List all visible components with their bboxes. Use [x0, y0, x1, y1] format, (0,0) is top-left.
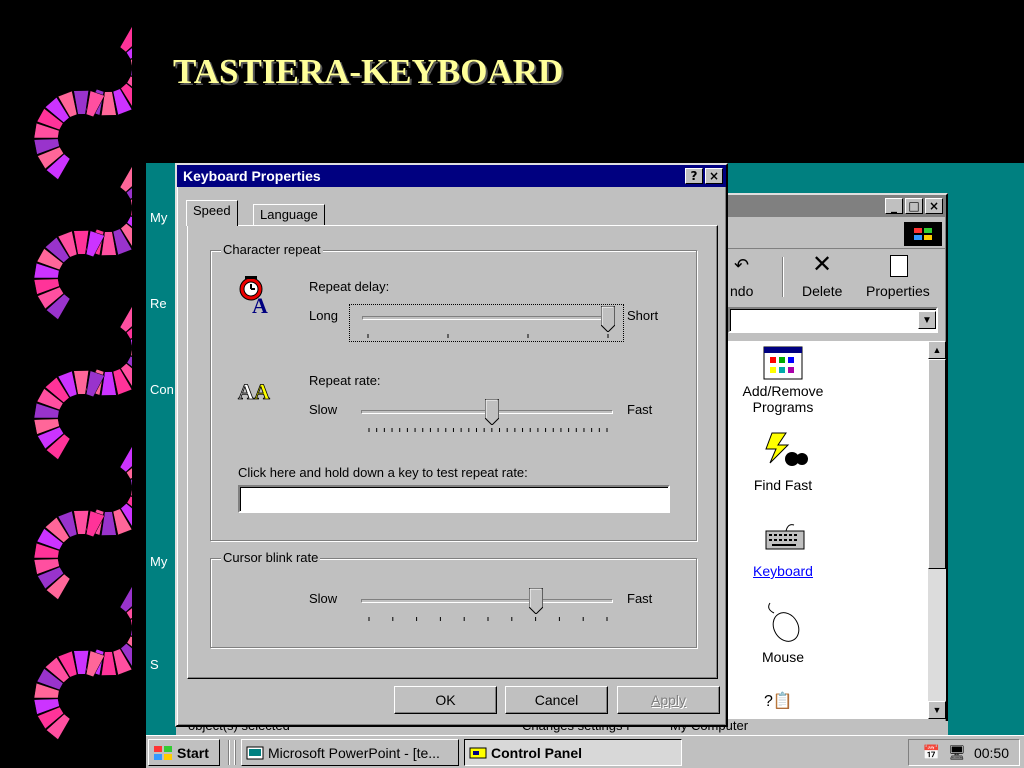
character-repeat-group: Character repeat A Repeat delay: Long Sh…	[210, 242, 697, 541]
scroll-up-button[interactable]: ▲	[928, 341, 946, 359]
slide-title: TASTIERA-KEYBOARD	[173, 52, 564, 91]
svg-text:A: A	[238, 379, 254, 404]
svg-text:A: A	[254, 379, 270, 404]
desktop-icon-label[interactable]: Con	[150, 382, 174, 397]
repeat-rate-ticks	[368, 428, 608, 432]
dialog-title: Keyboard Properties	[183, 168, 321, 184]
repeat-delay-ticks	[367, 334, 609, 338]
test-repeat-input[interactable]	[238, 485, 670, 513]
control-panel-titlebar: _ □ ×	[726, 195, 946, 217]
undo-icon: ↶	[734, 255, 750, 275]
rate-slow-label: Slow	[309, 402, 338, 417]
content-area: Add/Remove Programs Find Fast Keyboard M…	[728, 341, 928, 719]
address-combo[interactable]: ▼	[728, 307, 938, 333]
repeat-delay-icon: A	[239, 276, 268, 315]
find-fast-icon	[765, 432, 808, 466]
repeat-delay-thumb[interactable]	[600, 305, 616, 333]
ok-button[interactable]: OK	[394, 686, 497, 714]
repeat-rate-thumb[interactable]	[484, 398, 500, 426]
windows-logo-icon	[904, 222, 942, 246]
windows-logo-icon	[154, 745, 172, 760]
minimize-button[interactable]: _	[885, 198, 903, 214]
next-item-icon: ?📋	[764, 693, 793, 710]
scroll-down-button[interactable]: ▼	[928, 701, 946, 719]
desktop-icon-label[interactable]: Re	[150, 296, 167, 311]
clock[interactable]: 00:50	[974, 745, 1009, 761]
keyboard-item[interactable]: Keyboard	[728, 563, 838, 579]
rate-fast-label: Fast	[627, 402, 653, 417]
apply-button[interactable]: Apply	[617, 686, 720, 714]
help-button[interactable]: ?	[685, 168, 703, 184]
find-fast-item[interactable]: Find Fast	[728, 477, 838, 493]
properties-button[interactable]: Properties	[866, 283, 930, 299]
cursor-blink-group: Cursor blink rate Slow Fast	[210, 550, 697, 648]
decorative-swirl	[33, 26, 132, 740]
start-label: Start	[177, 744, 209, 761]
svg-text:A: A	[252, 293, 268, 315]
control-panel-window: _ □ × ↶ ndo ✕ Delete Properties ▼ Add/Re…	[724, 193, 948, 735]
desktop-icon-label[interactable]: S	[150, 657, 159, 672]
mouse-icon	[768, 602, 800, 642]
add-remove-programs-item[interactable]: Add/Remove Programs	[728, 383, 838, 415]
dialog-titlebar: Keyboard Properties ? ×	[177, 165, 726, 187]
tab-language[interactable]: Language	[253, 204, 325, 226]
repeat-rate-slider[interactable]	[361, 398, 613, 435]
close-button[interactable]: ×	[705, 168, 723, 184]
repeat-delay-label: Repeat delay:	[309, 279, 390, 294]
speed-tab-panel: Character repeat A Repeat delay: Long Sh…	[187, 225, 718, 679]
taskbar: Start Microsoft PowerPoint - [te... Cont…	[146, 735, 1024, 768]
blink-slow-label: Slow	[309, 591, 338, 606]
repeat-rate-icon: A A	[238, 379, 271, 405]
character-repeat-label: Character repeat	[221, 242, 323, 257]
blink-fast-label: Fast	[627, 591, 653, 606]
delay-long-label: Long	[309, 308, 338, 323]
repeat-delay-slider[interactable]	[349, 304, 624, 342]
cursor-blink-thumb[interactable]	[528, 587, 544, 615]
toolbar: ↶ ndo ✕ Delete Properties	[728, 253, 946, 303]
add-remove-programs-icon	[763, 346, 803, 380]
menu-bar	[728, 219, 946, 249]
cancel-button[interactable]: Cancel	[505, 686, 608, 714]
repeat-rate-label: Repeat rate:	[309, 373, 381, 388]
cursor-blink-label: Cursor blink rate	[221, 550, 321, 565]
mouse-item[interactable]: Mouse	[728, 649, 838, 665]
network-icon[interactable]: 🖥	[948, 744, 966, 761]
powerpoint-icon	[246, 746, 264, 759]
start-button[interactable]: Start	[148, 739, 220, 766]
vertical-scrollbar[interactable]: ▲ ▼	[928, 341, 946, 719]
tab-speed[interactable]: Speed	[186, 200, 238, 226]
properties-icon	[890, 255, 908, 277]
delete-button[interactable]: Delete	[802, 283, 842, 299]
taskbar-control-panel[interactable]: Control Panel	[464, 739, 682, 766]
delete-icon: ✕	[812, 251, 833, 278]
desktop-icon-label[interactable]: My	[150, 554, 167, 569]
scheduler-icon[interactable]: 📅	[923, 744, 940, 761]
control-panel-icon	[469, 747, 487, 758]
delay-short-label: Short	[627, 308, 659, 323]
scroll-thumb[interactable]	[928, 359, 946, 569]
keyboard-icon	[765, 524, 805, 550]
close-button[interactable]: ×	[925, 198, 943, 214]
cursor-blink-ticks	[368, 617, 608, 621]
maximize-button[interactable]: □	[905, 198, 923, 214]
keyboard-properties-dialog: Keyboard Properties ? × Speed Language C…	[175, 163, 728, 727]
undo-label[interactable]: ndo	[730, 283, 753, 299]
system-tray: 📅 🖥 00:50	[908, 739, 1020, 766]
taskbar-powerpoint[interactable]: Microsoft PowerPoint - [te...	[241, 739, 459, 766]
cursor-blink-slider[interactable]	[361, 587, 613, 624]
test-repeat-label: Click here and hold down a key to test r…	[238, 465, 528, 480]
desktop-icon-label[interactable]: My	[150, 210, 167, 225]
chevron-down-icon[interactable]: ▼	[918, 311, 936, 329]
